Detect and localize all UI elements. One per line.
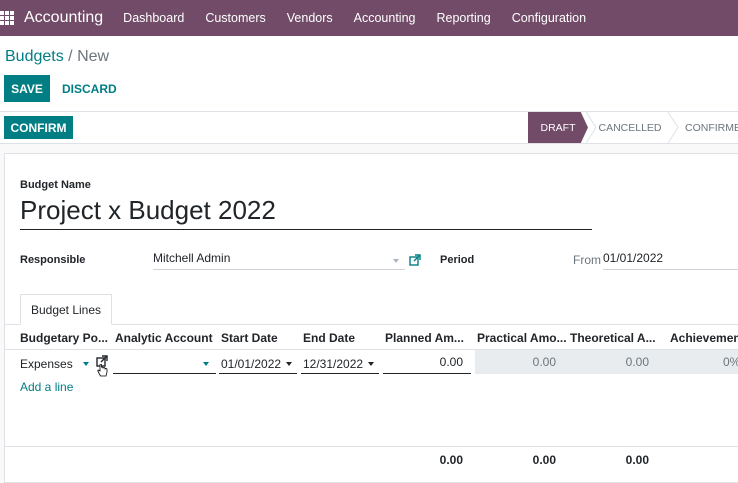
top-navbar: Accounting Dashboard Customers Vendors A… [0,0,738,36]
chevron-down-icon[interactable] [368,362,374,366]
planned-amount-input[interactable] [383,373,471,374]
col-end-date[interactable]: End Date [303,331,355,345]
breadcrumb-current: New [77,48,110,65]
tab-budget-lines[interactable]: Budget Lines [20,294,112,325]
row-achievement: 0% [723,355,738,369]
budget-name-label: Budget Name [20,179,91,191]
menu-reporting[interactable]: Reporting [437,11,491,25]
row-budgetary-position[interactable]: Expenses [20,357,73,371]
total-theoretical: 0.00 [625,453,649,467]
col-budgetary-position[interactable]: Budgetary Po... [20,331,108,345]
col-theoretical-amount[interactable]: Theoretical A... [570,331,656,345]
stage-draft[interactable]: DRAFT [528,112,588,143]
period-from-field[interactable]: 01/01/2022 [603,250,738,270]
col-achievement[interactable]: Achievement [670,331,738,345]
breadcrumb: Budgets / New [5,48,109,66]
stage-confirmed[interactable]: CONFIRMED [674,112,738,143]
row-planned-amount: 0.00 [439,355,463,369]
menu-accounting[interactable]: Accounting [354,11,416,25]
menu-dashboard[interactable]: Dashboard [123,11,184,25]
chevron-down-icon[interactable] [393,259,399,263]
save-button[interactable]: SAVE [4,75,50,102]
col-practical-amount[interactable]: Practical Amo... [477,331,567,345]
responsible-field[interactable]: Mitchell Admin [153,250,405,270]
col-start-date[interactable]: Start Date [221,331,278,345]
budget-name-input[interactable]: Project x Budget 2022 [20,194,592,230]
chevron-down-icon[interactable] [83,362,89,366]
table-footer-divider [5,446,738,447]
total-planned: 0.00 [439,453,463,467]
analytic-account-input[interactable] [113,373,216,374]
add-line-link[interactable]: Add a line [20,380,73,394]
breadcrumb-separator: / [63,48,78,65]
start-date-input[interactable] [219,373,297,374]
end-date-input[interactable] [301,373,379,374]
confirm-button[interactable]: CONFIRM [4,116,73,139]
tabs-divider [5,324,738,325]
total-practical: 0.00 [532,453,556,467]
hand-cursor-icon [97,364,108,377]
apps-menu-icon[interactable] [0,11,14,25]
menu-configuration[interactable]: Configuration [512,11,586,25]
menu-vendors[interactable]: Vendors [287,11,333,25]
row-practical-amount: 0.00 [532,355,556,369]
app-name[interactable]: Accounting [24,9,103,27]
row-start-date: 01/01/2022 [221,357,282,371]
chevron-down-icon[interactable] [203,362,209,366]
period-from-value: 01/01/2022 [603,251,664,265]
col-planned-amount[interactable]: Planned Am... [385,331,464,345]
period-label: Period [440,254,475,266]
row-theoretical-amount: 0.00 [625,355,649,369]
period-from-label: From [573,253,601,267]
control-panel: Budgets / New SAVE DISCARD [0,36,738,112]
col-analytic-account[interactable]: Analytic Account [115,331,213,345]
row-end-date: 12/31/2022 [303,357,364,371]
form-sheet: Budget Name Project x Budget 2022 Respon… [4,153,738,483]
status-bar: CONFIRM DRAFT CANCELLED CONFIRMED [0,112,738,144]
responsible-value: Mitchell Admin [153,251,231,265]
menu-customers[interactable]: Customers [205,11,265,25]
discard-button[interactable]: DISCARD [62,82,117,96]
stage-cancelled[interactable]: CANCELLED [590,112,670,143]
breadcrumb-budgets-link[interactable]: Budgets [5,48,64,65]
responsible-label: Responsible [20,254,86,266]
external-link-icon[interactable] [409,254,421,266]
chevron-down-icon[interactable] [286,362,292,366]
